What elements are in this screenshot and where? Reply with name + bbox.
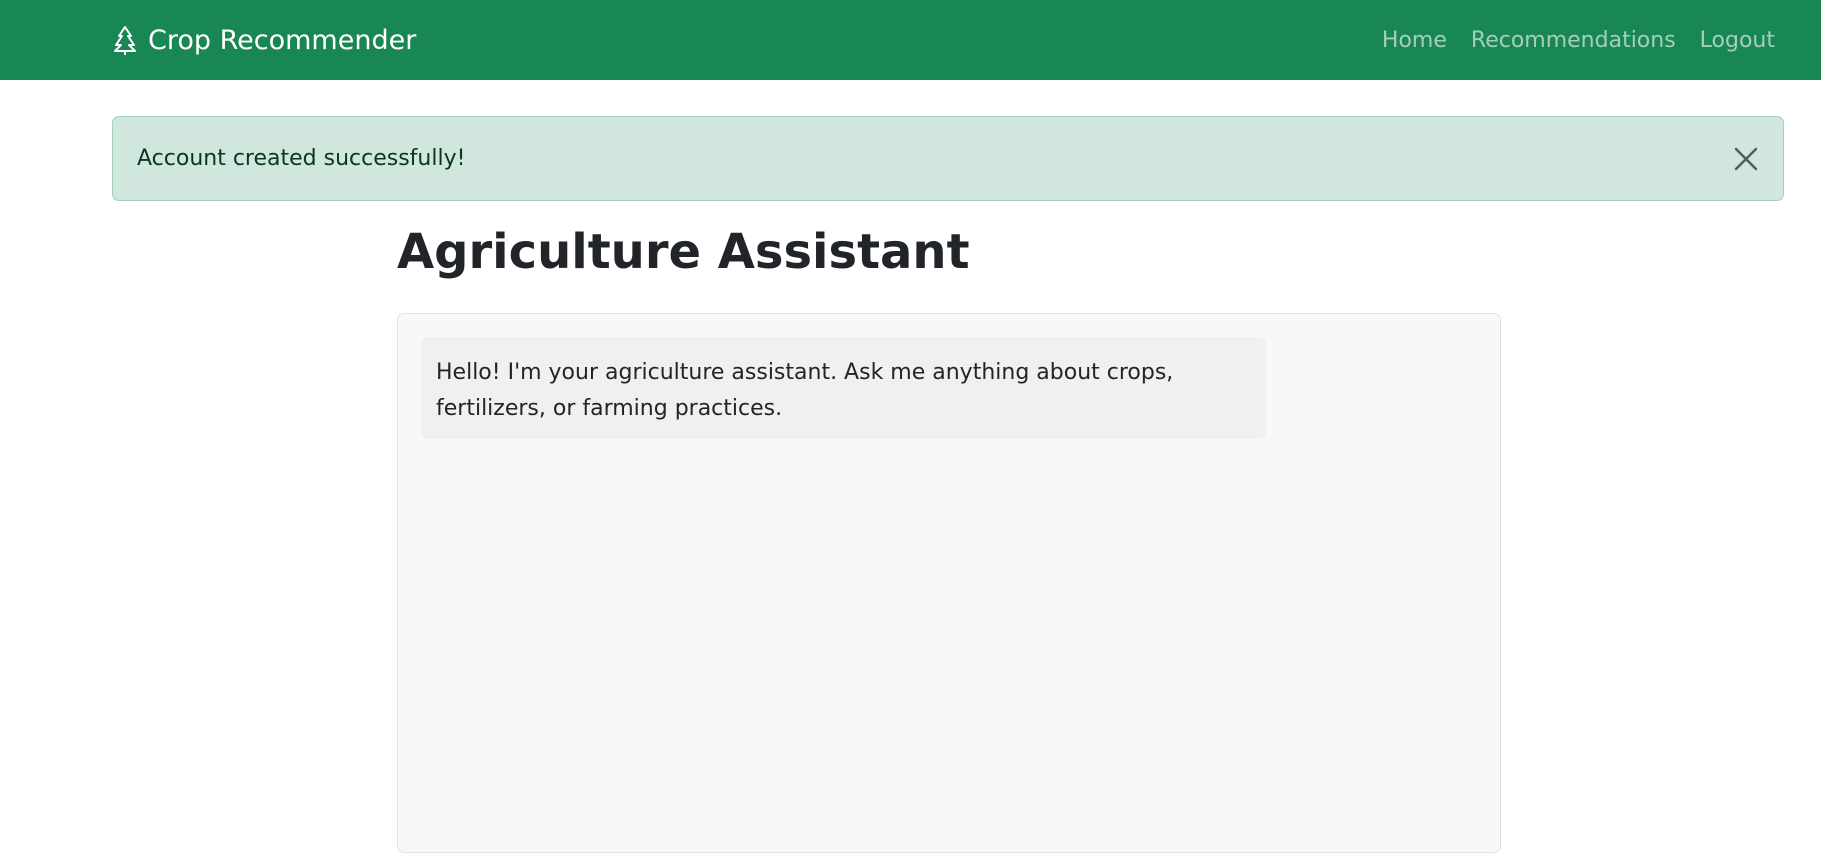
success-alert: Account created successfully! [112,116,1784,201]
close-icon[interactable] [1731,144,1761,174]
nav-link-home[interactable]: Home [1382,28,1447,53]
alert-message: Account created successfully! [137,146,466,171]
nav-link-recommendations[interactable]: Recommendations [1471,28,1676,53]
nav-link-logout[interactable]: Logout [1700,28,1775,53]
brand-link[interactable]: Crop Recommender [112,0,416,80]
tree-icon [112,25,138,55]
chat-box[interactable]: Hello! I'm your agriculture assistant. A… [397,313,1501,853]
nav-links: Home Recommendations Logout [1358,0,1775,80]
page-title: Agriculture Assistant [397,224,970,280]
navbar: Crop Recommender Home Recommendations Lo… [0,0,1821,80]
assistant-message: Hello! I'm your agriculture assistant. A… [421,337,1266,439]
brand-label: Crop Recommender [148,24,417,56]
